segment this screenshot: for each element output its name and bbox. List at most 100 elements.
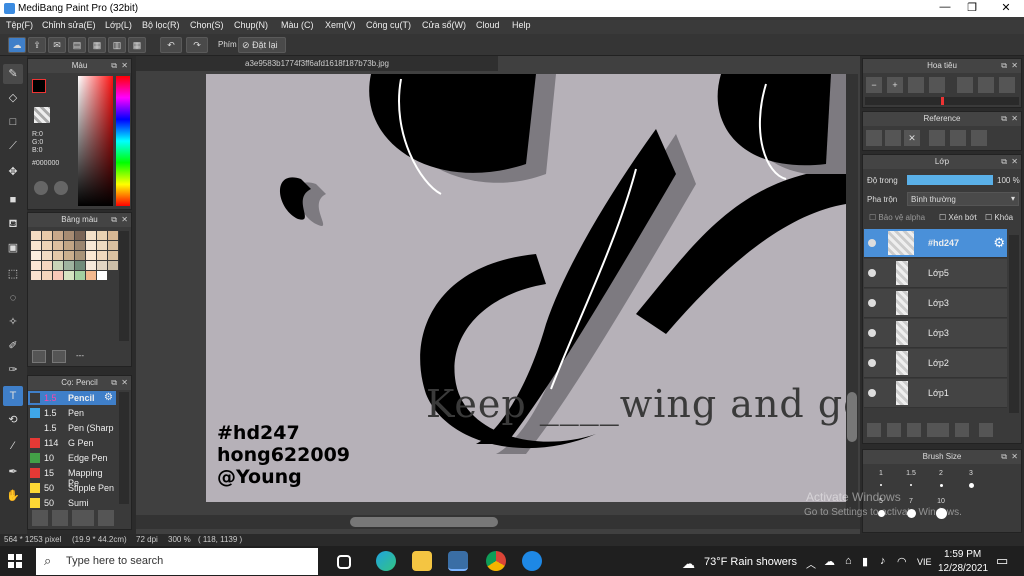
undo-icon[interactable]: ↶: [160, 37, 182, 53]
menu-file[interactable]: Tệp(F): [6, 20, 33, 30]
menu-cloud[interactable]: Cloud: [476, 20, 500, 30]
chrome-icon[interactable]: [486, 551, 506, 571]
wifi-icon[interactable]: ◠: [897, 555, 907, 568]
panel-close-icon[interactable]: ✕: [1011, 59, 1018, 73]
menu-window[interactable]: Cửa sổ(W): [422, 20, 466, 30]
folder-icon[interactable]: [955, 423, 969, 437]
palette-swatch[interactable]: [97, 241, 107, 250]
expand-icon[interactable]: ⧉: [111, 376, 117, 390]
menu-help[interactable]: Help: [512, 20, 531, 30]
layer-settings-icon[interactable]: ⚙: [993, 235, 1005, 251]
palette-swatch[interactable]: [86, 231, 96, 240]
text-tool-icon[interactable]: T: [3, 386, 23, 406]
palette-scrollbar[interactable]: [119, 231, 129, 341]
new-brush-icon[interactable]: [52, 510, 68, 526]
expand-icon[interactable]: ⧉: [111, 59, 117, 73]
ref-zoom-out-icon[interactable]: [971, 130, 987, 146]
palette-swatch[interactable]: [86, 241, 96, 250]
palette-swatch[interactable]: [97, 251, 107, 260]
comment-icon[interactable]: ✉: [48, 37, 66, 53]
zalo-icon[interactable]: [522, 551, 542, 571]
bucket-tool-icon[interactable]: ⛾: [3, 214, 23, 234]
eyedropper-icon[interactable]: ⁄: [3, 436, 23, 456]
palette-swatch[interactable]: [31, 231, 41, 240]
expand-icon[interactable]: ⧉: [1001, 59, 1007, 73]
brush-item[interactable]: 1.5 Pen: [28, 406, 116, 420]
close-icon[interactable]: ✕: [996, 1, 1016, 14]
panel-close-icon[interactable]: ✕: [1011, 450, 1018, 464]
layer-row[interactable]: #hd247 ⚙: [864, 229, 1007, 258]
palette-swatch[interactable]: [86, 271, 96, 280]
vertical-scrollbar-thumb[interactable]: [847, 392, 857, 442]
expand-icon[interactable]: ⧉: [111, 213, 117, 227]
operation-tool-icon[interactable]: ⟲: [3, 410, 23, 430]
palette-swatch[interactable]: [42, 271, 52, 280]
palette-swatch[interactable]: [97, 271, 107, 280]
menu-view[interactable]: Xem(V): [325, 20, 356, 30]
flip-icon[interactable]: [978, 77, 994, 93]
panel-close-icon[interactable]: ✕: [1011, 112, 1018, 126]
brush-item[interactable]: 1.5 Pen (Sharp: [28, 421, 116, 435]
brush-item[interactable]: 50 Stipple Pen: [28, 481, 116, 495]
ref-close-icon[interactable]: ✕: [904, 130, 920, 146]
layer-row[interactable]: Lớp2: [864, 349, 1007, 378]
battery-icon[interactable]: ▮: [862, 555, 868, 568]
brush-item[interactable]: 10 Edge Pen: [28, 451, 116, 465]
palette-swatch[interactable]: [75, 271, 85, 280]
document-tab[interactable]: a3e9583b1774f3ff6afd1618f187b73b.jpg: [136, 56, 498, 71]
medibang-taskbar-icon[interactable]: [448, 551, 468, 571]
layer-visibility-icon[interactable]: [868, 239, 876, 247]
panel-close-icon[interactable]: ✕: [121, 376, 128, 390]
palette-swatch[interactable]: [53, 251, 63, 260]
protect-alpha-checkbox[interactable]: ☐ Bảo vệ alpha: [869, 213, 925, 222]
layer-visibility-icon[interactable]: [868, 359, 876, 367]
layer-row[interactable]: Lớp5: [864, 259, 1007, 288]
expand-icon[interactable]: ⧉: [1001, 112, 1007, 126]
select-eraser-icon[interactable]: ✑: [3, 360, 23, 380]
share-icon[interactable]: ⇪: [28, 37, 46, 53]
palette-swatch[interactable]: [31, 251, 41, 260]
grid-icon[interactable]: ▦: [128, 37, 146, 53]
palette-swatch[interactable]: [53, 261, 63, 270]
lock-checkbox[interactable]: ☐ Khóa: [985, 213, 1013, 222]
zoom-out-icon[interactable]: −: [866, 77, 882, 93]
redo-icon[interactable]: ↷: [186, 37, 208, 53]
new-8bit-layer-icon[interactable]: [907, 423, 921, 437]
layer-visibility-icon[interactable]: [868, 299, 876, 307]
palette-icon[interactable]: [34, 181, 48, 195]
brush-tool-icon[interactable]: ✎: [3, 64, 23, 84]
add-layer-menu-icon[interactable]: [927, 423, 949, 437]
palette-swatch[interactable]: [64, 271, 74, 280]
palette-swatch[interactable]: [53, 271, 63, 280]
brush-item[interactable]: 50 Sumi: [28, 496, 116, 510]
palette-swatch[interactable]: [108, 231, 118, 240]
rect-fill-icon[interactable]: ■: [3, 190, 23, 210]
new-layer-icon[interactable]: [867, 423, 881, 437]
magic-wand-icon[interactable]: ✧: [3, 312, 23, 332]
opacity-slider[interactable]: [907, 175, 993, 185]
select-rect-icon[interactable]: ⬚: [3, 264, 23, 284]
menu-layer[interactable]: Lớp(L): [105, 20, 132, 30]
clipping-checkbox[interactable]: ☐ Xén bớt: [939, 213, 977, 222]
menu-color[interactable]: Màu (C): [281, 20, 314, 30]
edge-icon[interactable]: [376, 551, 396, 571]
menu-filter[interactable]: Bộ lọc(R): [142, 20, 180, 30]
navigator-slider[interactable]: [865, 97, 1019, 105]
line-tool-icon[interactable]: ⟋: [3, 136, 23, 156]
reset-button[interactable]: ⊘ Đặt lại: [238, 37, 286, 53]
duplicate-layer-icon[interactable]: [979, 423, 993, 437]
brush-settings-icon[interactable]: [98, 510, 114, 526]
palette-swatch[interactable]: [42, 261, 52, 270]
palette-swatch[interactable]: [64, 231, 74, 240]
cloud-brush-icon[interactable]: [32, 510, 48, 526]
zoom-in-icon[interactable]: +: [887, 77, 903, 93]
add-color-icon[interactable]: [32, 350, 46, 363]
language-indicator[interactable]: VIE: [917, 557, 932, 567]
rotate-left-icon[interactable]: [957, 77, 973, 93]
doc-icon[interactable]: ▦: [88, 37, 106, 53]
actual-size-icon[interactable]: [929, 77, 945, 93]
ref-zoom-in-icon[interactable]: [929, 130, 945, 146]
notification-icon[interactable]: ▭: [996, 553, 1008, 569]
panel-close-icon[interactable]: ✕: [121, 213, 128, 227]
hand-tool-icon[interactable]: ✋: [3, 486, 23, 506]
